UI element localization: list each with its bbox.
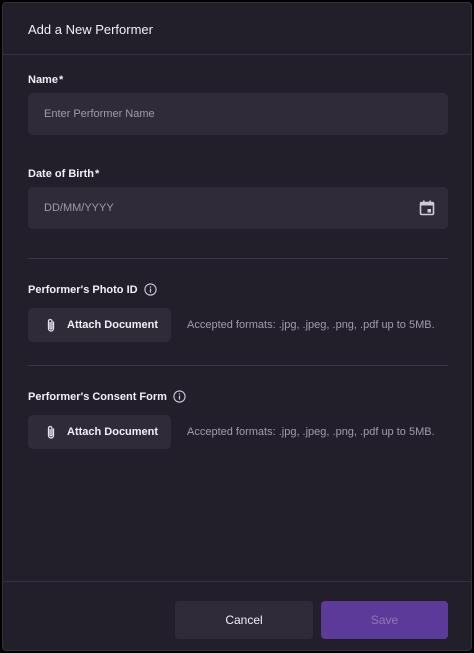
required-marker: *: [95, 168, 100, 180]
info-icon[interactable]: [173, 389, 186, 403]
calendar-icon[interactable]: [419, 200, 435, 216]
attach-photo-id-button[interactable]: Attach Document: [28, 308, 171, 342]
name-label: Name*: [28, 73, 63, 87]
consent-form-label-text: Performer's Consent Form: [28, 391, 167, 403]
performer-name-input[interactable]: [28, 93, 448, 135]
dob-field: [28, 187, 448, 229]
photo-id-label: Performer's Photo ID: [28, 282, 157, 297]
dob-label-text: Date of Birth: [28, 168, 94, 180]
attach-button-label: Attach Document: [67, 319, 159, 331]
attach-consent-form-button[interactable]: Attach Document: [28, 415, 171, 449]
photo-id-format-hint: Accepted formats: .jpg, .jpeg, .png, .pd…: [187, 319, 435, 331]
consent-form-format-hint: Accepted formats: .jpg, .jpeg, .png, .pd…: [187, 426, 435, 438]
section-divider: [28, 365, 448, 366]
date-of-birth-input[interactable]: [28, 187, 448, 229]
info-icon[interactable]: [143, 282, 157, 296]
dialog-header: Add a New Performer: [3, 3, 471, 55]
save-button[interactable]: Save: [321, 601, 448, 639]
dialog-footer: Cancel Save: [3, 581, 471, 650]
required-marker: *: [58, 74, 64, 86]
attach-button-label: Attach Document: [67, 426, 159, 438]
paperclip-icon: [45, 318, 57, 333]
name-label-text: Name: [28, 74, 58, 86]
paperclip-icon: [45, 425, 57, 440]
add-performer-dialog: Add a New Performer Name* Date of Birth*…: [2, 2, 472, 651]
section-divider: [28, 258, 448, 259]
dialog-title: Add a New Performer: [28, 22, 153, 37]
cancel-button[interactable]: Cancel: [175, 601, 313, 639]
consent-form-label: Performer's Consent Form: [28, 389, 186, 404]
photo-id-label-text: Performer's Photo ID: [28, 284, 138, 296]
dob-label: Date of Birth*: [28, 167, 99, 181]
